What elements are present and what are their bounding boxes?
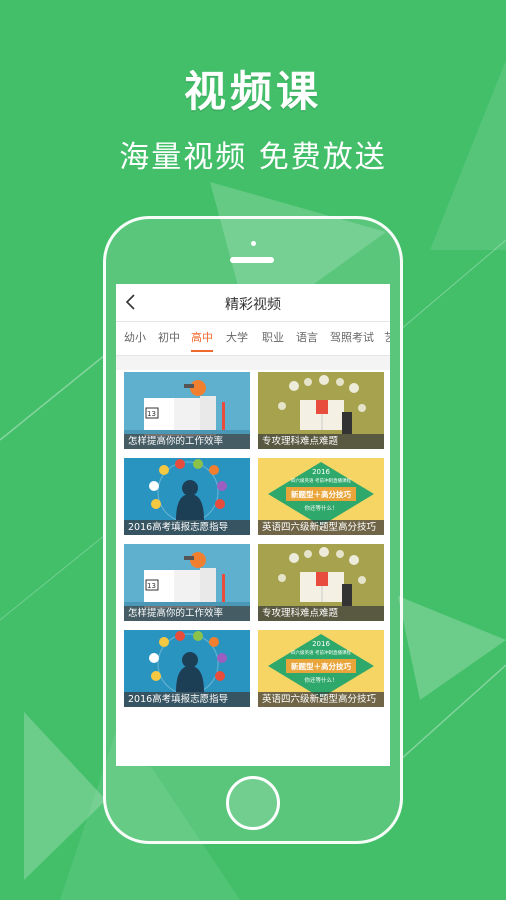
- thumb-line2: 你还等什么！: [304, 504, 337, 512]
- thumb-line2: 你还等什么！: [304, 676, 337, 684]
- tab-senior-high[interactable]: 高中: [191, 330, 213, 352]
- video-title: 英语四六级新题型高分技巧: [258, 692, 384, 707]
- thumb-banner: 新题型＋高分技巧: [291, 489, 351, 499]
- home-button: [226, 776, 280, 830]
- video-card[interactable]: 2016高考填报志愿指导: [124, 458, 250, 535]
- video-card[interactable]: 专攻理科难点难题: [258, 372, 384, 449]
- video-title: 专攻理科难点难题: [258, 434, 384, 449]
- tab-vocational[interactable]: 职业: [262, 330, 284, 352]
- tab-university[interactable]: 大学: [226, 330, 248, 352]
- category-tabs: 幼小 初中 高中 大学 职业 语言 驾照考试 艺: [116, 322, 390, 356]
- video-title: 怎样提高你的工作效率: [124, 606, 250, 621]
- divider: [116, 356, 390, 370]
- video-card[interactable]: 专攻理科难点难题: [258, 544, 384, 621]
- video-title: 专攻理科难点难题: [258, 606, 384, 621]
- promo-subhead: 海量视频 免费放送: [119, 140, 387, 175]
- thumb-year: 2016: [312, 468, 330, 476]
- thumb-number: 13: [147, 582, 156, 590]
- camera-icon: [251, 241, 256, 246]
- thumb-number: 13: [147, 410, 156, 418]
- thumb-line1: 四六级英语 考前冲刺直播课程: [291, 649, 351, 656]
- thumb-year: 2016: [312, 640, 330, 648]
- navbar: 精彩视频: [116, 284, 390, 322]
- video-title: 2016高考填报志愿指导: [124, 692, 250, 707]
- thumb-banner: 新题型＋高分技巧: [291, 661, 351, 671]
- video-title: 怎样提高你的工作效率: [124, 434, 250, 449]
- page-title: 精彩视频: [225, 297, 281, 313]
- video-card[interactable]: 13 怎样提高你的工作效率: [124, 544, 250, 621]
- video-title: 2016高考填报志愿指导: [124, 520, 250, 535]
- tab-junior-high[interactable]: 初中: [158, 330, 180, 352]
- video-card[interactable]: 2016 四六级英语 考前冲刺直播课程 新题型＋高分技巧 你还等什么！ 英语四六…: [258, 458, 384, 535]
- tab-language[interactable]: 语言: [296, 330, 318, 352]
- promo-headline: 视频课: [183, 67, 322, 116]
- app-screen: 精彩视频 幼小 初中 高中 大学 职业 语言 驾照考试 艺 13 怎样提高你的工…: [116, 284, 390, 766]
- tab-art[interactable]: 艺: [384, 330, 390, 352]
- thumb-line1: 四六级英语 考前冲刺直播课程: [291, 477, 351, 484]
- tab-driving-exam[interactable]: 驾照考试: [330, 330, 374, 352]
- speaker-icon: [230, 257, 274, 263]
- tab-kindergarten[interactable]: 幼小: [124, 330, 146, 352]
- video-card[interactable]: 2016高考填报志愿指导: [124, 630, 250, 707]
- video-title: 英语四六级新题型高分技巧: [258, 520, 384, 535]
- video-card[interactable]: 13 怎样提高你的工作效率: [124, 372, 250, 449]
- video-card[interactable]: 2016 四六级英语 考前冲刺直播课程 新题型＋高分技巧 你还等什么！ 英语四六…: [258, 630, 384, 707]
